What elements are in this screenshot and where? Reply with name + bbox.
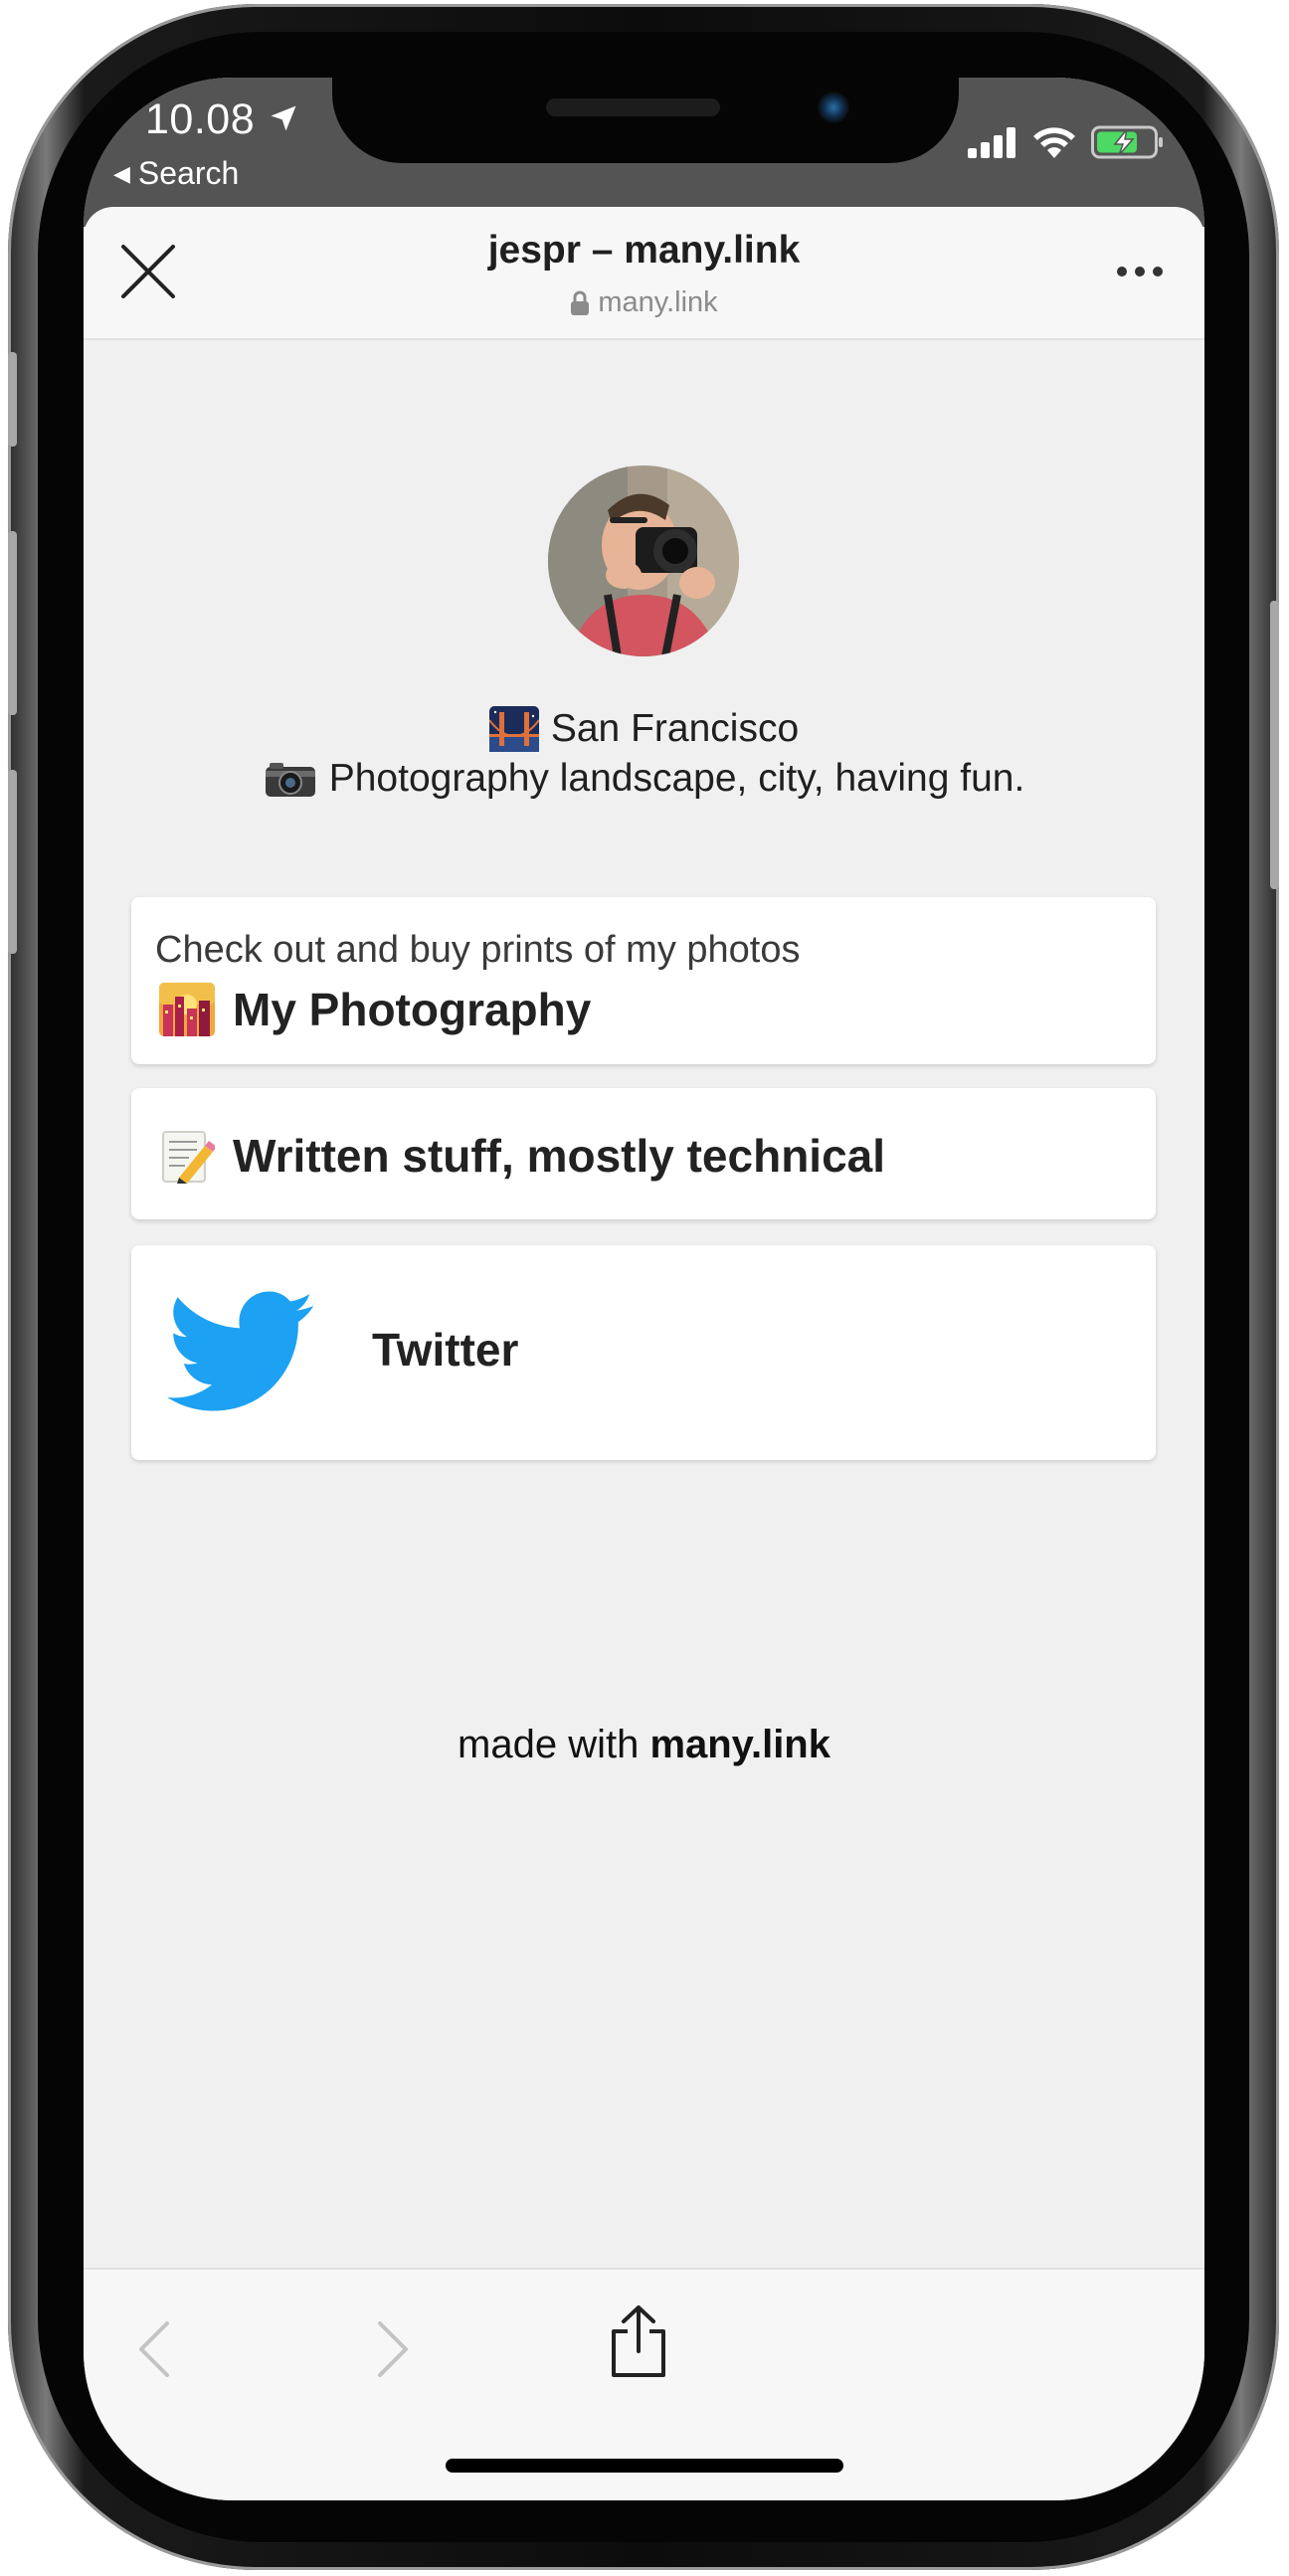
link-title: Written stuff, mostly technical [233, 1130, 886, 1182]
avatar-photo [548, 465, 739, 656]
notch [332, 78, 959, 163]
footer-prefix: made with [458, 1723, 650, 1766]
location-arrow-icon [271, 105, 296, 131]
footer-brand-link[interactable]: many.link [649, 1723, 830, 1766]
front-camera [818, 92, 849, 123]
bridge-icon [488, 706, 539, 752]
status-time: 10.08 [145, 95, 256, 143]
url-label: many.link [598, 286, 718, 318]
more-options-button[interactable] [1105, 242, 1175, 301]
forward-button[interactable] [354, 2309, 434, 2389]
cityscape-sunset-icon [159, 983, 215, 1036]
back-app-label: Search [137, 155, 240, 191]
volume-up-button [8, 531, 17, 715]
status-bar: 10.08 ◀ Search [84, 78, 1204, 207]
wifi-icon [1033, 127, 1075, 158]
share-button[interactable] [599, 2301, 678, 2381]
signal-bars-icon [968, 127, 1015, 158]
chevron-left-icon [139, 2321, 169, 2377]
camera-icon [265, 763, 315, 797]
volume-down-button [8, 770, 17, 954]
profile-bio: San Francisco Photography landscape, cit… [84, 704, 1204, 804]
link-title: Twitter [372, 1324, 519, 1376]
lock-icon [571, 290, 590, 315]
status-indicators [968, 125, 1165, 159]
home-indicator[interactable] [446, 2459, 843, 2473]
screen: 10.08 ◀ Search jespr – many.link many.li… [84, 78, 1204, 2500]
page-title: jespr – many.link [487, 229, 801, 272]
page-content: San Francisco Photography landscape, cit… [84, 340, 1204, 2270]
avatar [548, 465, 739, 656]
browser-header: jespr – many.link many.link [84, 207, 1204, 340]
back-button[interactable] [113, 2309, 193, 2389]
silent-switch [8, 352, 17, 447]
location-line: San Francisco [84, 704, 1204, 754]
share-icon [612, 2305, 665, 2377]
link-title-row: Written stuff, mostly technical [159, 1128, 885, 1184]
twitter-bird-icon [167, 1291, 314, 1411]
speaker [546, 98, 720, 116]
battery-charging-icon [1091, 125, 1163, 159]
link-written-stuff[interactable]: Written stuff, mostly technical [131, 1088, 1156, 1219]
chevron-right-icon [378, 2321, 408, 2377]
link-subtitle: Check out and buy prints of my photos [155, 929, 801, 971]
location-text: San Francisco [550, 707, 800, 750]
bio-text: Photography landscape, city, having fun. [328, 757, 1025, 800]
link-title: My Photography [233, 984, 592, 1035]
bio-line: Photography landscape, city, having fun. [84, 754, 1204, 804]
link-title-row: My Photography [159, 983, 591, 1036]
footer-made-with: made with many.link [84, 1723, 1204, 1767]
page-url: many.link [84, 286, 1204, 319]
back-to-app-button[interactable]: ◀ Search [113, 155, 239, 192]
power-button [1270, 601, 1279, 889]
memo-pencil-icon [162, 1131, 215, 1184]
link-my-photography[interactable]: Check out and buy prints of my photos My… [131, 897, 1156, 1064]
link-twitter[interactable]: Twitter [131, 1245, 1156, 1460]
more-dots-icon [1117, 267, 1163, 276]
back-triangle-icon: ◀ [113, 160, 130, 186]
